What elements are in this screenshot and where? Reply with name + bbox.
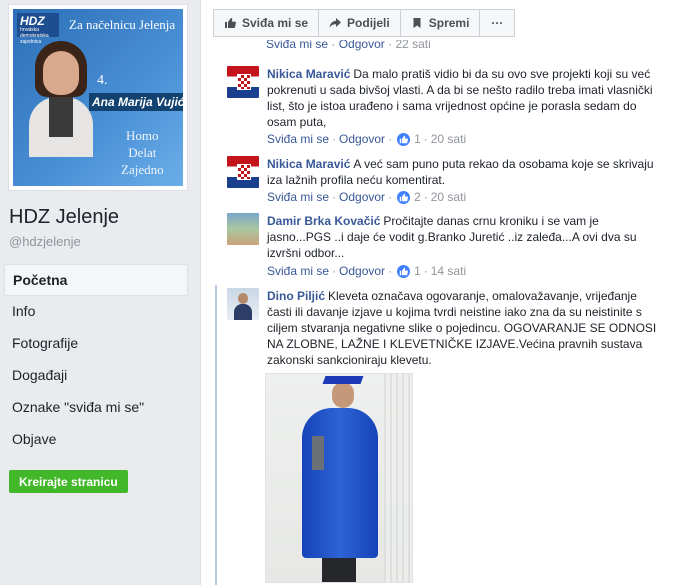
nav-item-events[interactable]: Događaji xyxy=(4,360,188,392)
main-content: Sviđa mi se Podijeli Spremi ··· Sviđa mi… xyxy=(200,0,699,585)
nav-item-posts[interactable]: Objave xyxy=(4,424,188,456)
create-page-button[interactable]: Kreirajte stranicu xyxy=(9,470,128,493)
avatar[interactable] xyxy=(227,213,259,245)
comment-author[interactable]: Nikica Maravić xyxy=(267,67,350,81)
comment-time[interactable]: 20 sati xyxy=(431,190,466,204)
candidate-number: 4. xyxy=(97,73,108,88)
thumbs-up-icon xyxy=(225,18,236,28)
nav-item-photos[interactable]: Fotografije xyxy=(4,328,188,360)
comment-like-link[interactable]: Sviđa mi se xyxy=(267,132,329,146)
candidate-name-banner: Ana Marija Vujić xyxy=(89,93,183,111)
comment-meta: Sviđa mi se · Odgovor · 1 · 20 sati xyxy=(267,132,467,146)
campaign-poster: HDZ hrvatska demokratska zajednica Za na… xyxy=(13,9,183,186)
like-count[interactable]: 1 xyxy=(414,264,421,278)
left-sidebar: HDZ hrvatska demokratska zajednica Za na… xyxy=(0,0,200,585)
poster-motto: Homo Delat Zajedno xyxy=(121,128,164,177)
comment-like-link[interactable]: Sviđa mi se xyxy=(267,190,329,204)
like-count[interactable]: 2 xyxy=(414,190,421,204)
like-count[interactable]: 1 xyxy=(414,132,421,146)
comment-author[interactable]: Damir Brka Kovačić xyxy=(267,214,380,228)
like-count-icon[interactable] xyxy=(397,264,411,278)
comments-section: Sviđa mi se · Odgovor · 22 sati Nikica M… xyxy=(201,40,699,585)
comment-author[interactable]: Dino Piljić xyxy=(267,289,325,303)
page-title[interactable]: HDZ Jelenje xyxy=(9,206,119,229)
nav-item-likes[interactable]: Oznake "sviđa mi se" xyxy=(4,392,188,424)
profile-picture[interactable]: HDZ hrvatska demokratska zajednica Za na… xyxy=(8,4,188,191)
page-nav: Početna Info Fotografije Događaji Oznake… xyxy=(4,264,188,456)
comment-reply-link[interactable]: Odgovor xyxy=(339,132,385,146)
save-button[interactable]: Spremi xyxy=(399,9,481,37)
nav-item-info[interactable]: Info xyxy=(4,296,188,328)
page-action-bar: Sviđa mi se Podijeli Spremi ··· xyxy=(213,9,516,37)
bookmark-icon xyxy=(413,18,421,28)
comment-time[interactable]: 14 sati xyxy=(431,264,466,278)
comment-meta: Sviđa mi se · Odgovor · 1 · 14 sati xyxy=(267,264,467,278)
comment-like-link[interactable]: Sviđa mi se xyxy=(267,264,329,278)
poster-slogan: Za načelnicu Jelenja xyxy=(69,17,176,32)
comment-reply-link[interactable]: Odgovor xyxy=(339,264,385,278)
comment-meta-partial: Sviđa mi se · Odgovor · 22 sati xyxy=(266,40,431,51)
comment-meta: Sviđa mi se · Odgovor · 2 · 20 sati xyxy=(267,190,467,204)
comment-body: Dino Piljić Kleveta označava ogovaranje, … xyxy=(267,289,657,367)
like-page-button[interactable]: Sviđa mi se xyxy=(213,9,320,37)
hdz-logo: HDZ hrvatska demokratska zajednica xyxy=(17,13,59,45)
comment-reply-link[interactable]: Odgovor xyxy=(339,190,385,204)
nav-item-home[interactable]: Početna xyxy=(4,264,188,296)
comment-body: Damir Brka Kovačić Pročitajte danas crnu … xyxy=(267,214,637,260)
avatar[interactable] xyxy=(227,288,259,320)
share-button[interactable]: Podijeli xyxy=(318,9,401,37)
like-count-icon[interactable] xyxy=(397,132,411,146)
comment-body: Nikica Maravić Da malo pratiš vidio bi da… xyxy=(267,67,653,129)
candidate-photo xyxy=(29,39,93,157)
more-options-button[interactable]: ··· xyxy=(479,9,516,37)
comment-attached-photo[interactable] xyxy=(265,373,413,583)
comment-body: Nikica Maravić A već sam puno puta rekao … xyxy=(267,157,654,187)
share-arrow-icon xyxy=(329,18,342,28)
comment-author[interactable]: Nikica Maravić xyxy=(267,157,350,171)
avatar[interactable] xyxy=(227,156,259,188)
page-handle[interactable]: @hdzjelenje xyxy=(9,234,81,249)
like-count-icon[interactable] xyxy=(397,190,411,204)
thread-line xyxy=(215,285,217,585)
avatar[interactable] xyxy=(227,66,259,98)
comment-time[interactable]: 20 sati xyxy=(431,132,466,146)
